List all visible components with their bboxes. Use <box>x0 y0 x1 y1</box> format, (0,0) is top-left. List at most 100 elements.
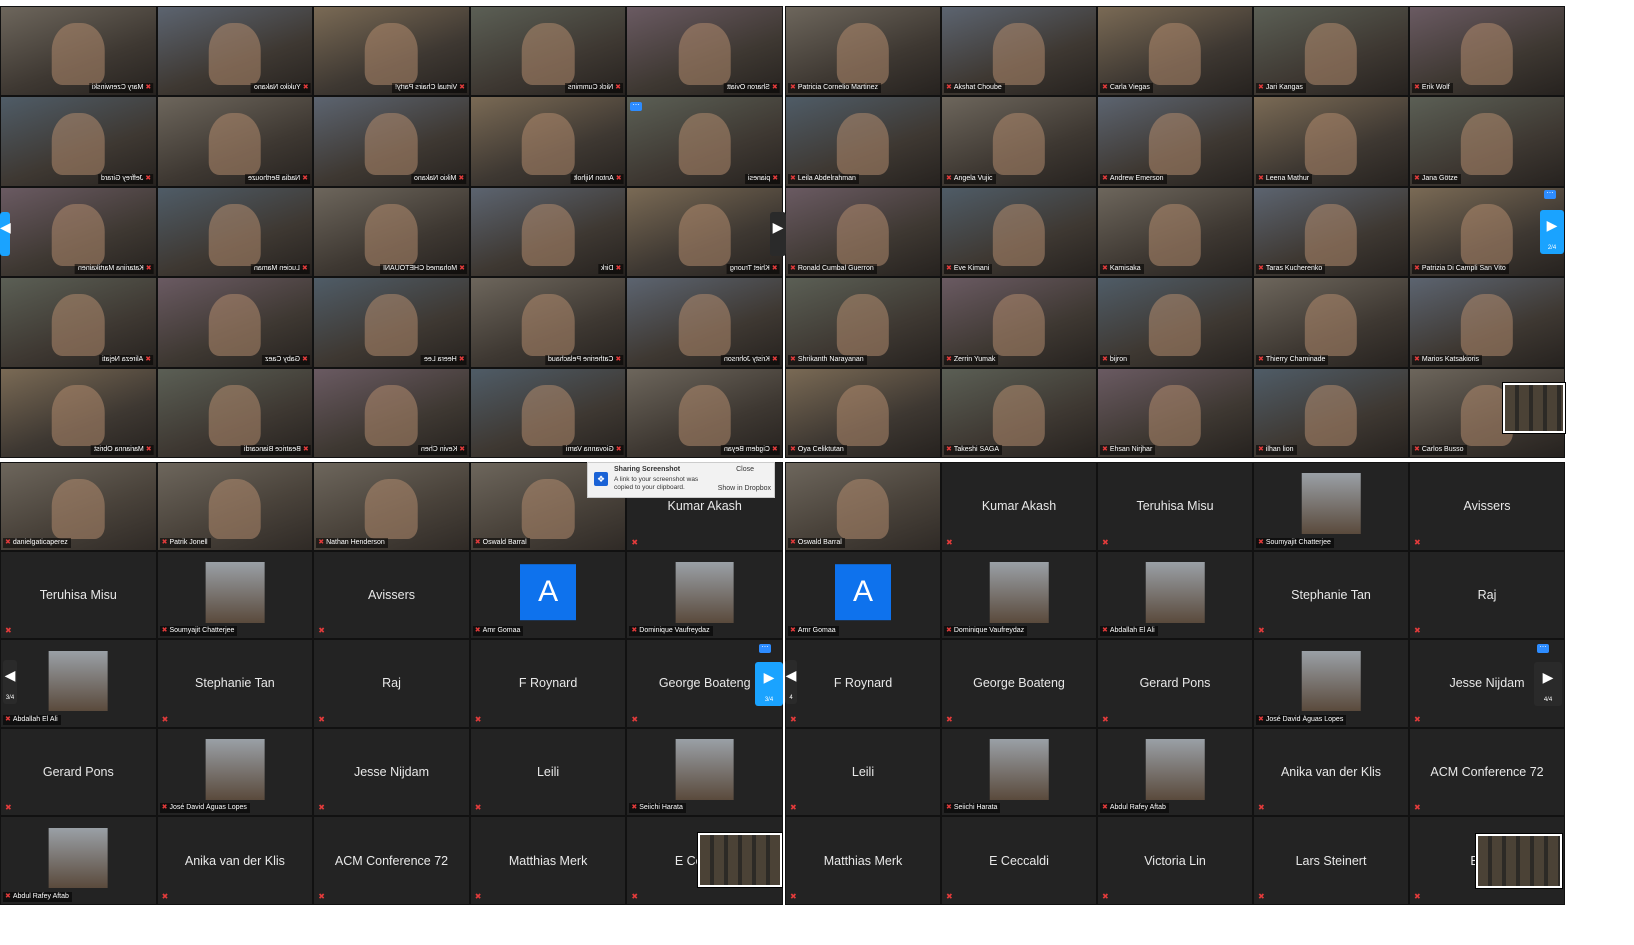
participant-tile[interactable]: ✖ Dominique Vaufreydaz <box>941 550 1097 640</box>
participant-tile[interactable]: ✖ Angela Vujic <box>941 96 1097 187</box>
participant-tile[interactable]: ✖ Dominique Vaufreydaz <box>626 550 783 640</box>
participant-tile[interactable]: ✖Mohamed CHETOUANI <box>313 186 470 278</box>
next-page-button[interactable]: ▶ 2/4 <box>1540 210 1564 254</box>
participant-tile[interactable]: Anika van der Klis ✖ <box>156 816 314 905</box>
participant-tile[interactable]: ✖Nadia Berthouze <box>156 96 314 187</box>
participant-tile[interactable]: ✖ Shrikanth Narayanan <box>785 277 941 368</box>
participant-tile[interactable]: Raj ✖ <box>1409 550 1565 640</box>
participant-tile[interactable]: ✖ ilhan lion <box>1253 367 1409 458</box>
participant-tile[interactable]: ACM Conference 72 ✖ <box>313 816 470 905</box>
participant-tile[interactable]: ✖Sharon Oviatt <box>626 6 783 97</box>
participant-tile[interactable]: A ✖ Amr Gomaa <box>785 550 941 640</box>
participant-tile[interactable]: Stephanie Tan ✖ <box>1253 550 1409 640</box>
participant-tile[interactable]: ✖Lucien Maman <box>156 186 314 278</box>
participant-tile[interactable]: ✖Giovanna Varni <box>469 367 627 458</box>
participant-tile[interactable]: ✖ Marios Katsakioris <box>1409 277 1565 368</box>
participant-tile[interactable]: Leili ✖ <box>469 727 627 817</box>
participant-tile[interactable]: ✖Kristy Johnson <box>626 277 783 368</box>
participant-tile[interactable]: ACM Conference 72 ✖ <box>1409 727 1565 817</box>
more-options-icon[interactable]: ⋯ <box>759 644 771 653</box>
participant-tile[interactable]: ✖ Leila Abdelrahman <box>785 96 941 187</box>
participant-tile[interactable]: George Boateng ✖ <box>941 639 1097 728</box>
participant-tile[interactable]: ✖ Abdallah El Ali <box>1097 550 1253 640</box>
participant-tile[interactable]: ✖Yukiko Nakano <box>156 6 314 97</box>
participant-tile[interactable]: ✖ Abdul Rafey Aftab <box>0 816 157 905</box>
self-view-thumbnail[interactable] <box>698 833 782 887</box>
participant-tile[interactable]: Matthias Merk ✖ <box>469 816 627 905</box>
participant-tile[interactable]: ✖ Erik Wolf <box>1409 6 1565 97</box>
participant-tile[interactable]: ✖ Seiichi Harata <box>941 727 1097 817</box>
participant-tile[interactable]: ✖ Ronald Cumbal Guerron <box>785 186 941 278</box>
participant-tile[interactable]: ✖ José David Águas Lopes <box>156 727 314 817</box>
participant-tile[interactable]: ✖ Jana Götze <box>1409 96 1565 187</box>
participant-tile[interactable]: ✖Beatrice Biancardi <box>156 367 314 458</box>
participant-tile[interactable]: ✖ Soumyajit Chatterjee <box>1253 462 1409 551</box>
participant-tile[interactable]: ✖Mary Czerwinski <box>0 6 157 97</box>
participant-tile[interactable]: ✖Gaby Caez <box>156 277 314 368</box>
participant-tile[interactable]: ✖Nick Cummins <box>469 6 627 97</box>
participant-tile[interactable]: ✖ Patrik Jonell <box>156 462 314 551</box>
participant-tile[interactable]: Leili ✖ <box>785 727 941 817</box>
participant-tile[interactable]: ✖Catherine Pelachaud <box>469 277 627 368</box>
next-page-button[interactable]: ▶ 3/4 <box>755 662 783 706</box>
self-view-thumbnail[interactable] <box>1503 383 1565 433</box>
participant-tile[interactable]: Teruhisa Misu ✖ <box>0 550 157 640</box>
participant-tile[interactable]: ✖ Kamisaka <box>1097 186 1253 278</box>
participant-tile[interactable]: Jesse Nijdam ✖ <box>313 727 470 817</box>
more-options-icon[interactable]: ⋯ <box>1537 644 1549 653</box>
participant-tile[interactable]: ✖Alireza Nejati <box>0 277 157 368</box>
participant-tile[interactable]: ✖ Ehsan Nirjhar <box>1097 367 1253 458</box>
participant-tile[interactable]: ✖ Abdul Rafey Aftab <box>1097 727 1253 817</box>
prev-page-button[interactable]: ◀ 3/4 <box>3 660 17 704</box>
participant-tile[interactable]: ✖ Akshat Choube <box>941 6 1097 97</box>
participant-tile[interactable]: Raj ✖ <box>313 639 470 728</box>
participant-tile[interactable]: ✖ Zerrin Yumak <box>941 277 1097 368</box>
participant-tile[interactable]: ✖Anton Nijholt <box>469 96 627 187</box>
participant-tile[interactable]: ✖Virtual Chairs Party! <box>313 6 470 97</box>
participant-tile[interactable]: ✖Jeffrey Girard <box>0 96 157 187</box>
participant-tile[interactable]: ✖ José David Águas Lopes <box>1253 639 1409 728</box>
participant-tile[interactable]: E Ceccaldi ✖ <box>941 816 1097 905</box>
participant-tile[interactable]: ✖ danielgaticaperez <box>0 462 157 551</box>
more-options-icon[interactable]: ⋯ <box>1544 190 1556 199</box>
participant-tile[interactable]: ✖ Takeshi SAGA <box>941 367 1097 458</box>
participant-tile[interactable]: ✖pianesi <box>626 96 783 187</box>
participant-tile[interactable]: Gerard Pons ✖ <box>0 727 157 817</box>
participant-tile[interactable]: ✖Marianna Obrist <box>0 367 157 458</box>
participant-tile[interactable]: Stephanie Tan ✖ <box>156 639 314 728</box>
participant-tile[interactable]: F Roynard ✖ <box>469 639 627 728</box>
participant-tile[interactable]: ✖ Eve Kimani <box>941 186 1097 278</box>
participant-tile[interactable]: ✖Kevin Chen <box>313 367 470 458</box>
participant-tile[interactable]: ✖ Oya Celiktutan <box>785 367 941 458</box>
participant-tile[interactable]: ✖ Oswald Barral <box>785 462 941 551</box>
participant-tile[interactable]: ✖Mikio Nakano <box>313 96 470 187</box>
participant-tile[interactable]: ✖ Leena Mathur <box>1253 96 1409 187</box>
participant-tile[interactable]: F Roynard ✖ <box>785 639 941 728</box>
next-page-button[interactable]: ▶ 4/4 <box>1534 662 1562 706</box>
participant-tile[interactable]: Matthias Merk ✖ <box>785 816 941 905</box>
participant-tile[interactable]: ✖ Andrew Emerson <box>1097 96 1253 187</box>
participant-tile[interactable]: ✖Cigdem Beyan <box>626 367 783 458</box>
prev-page-button[interactable]: ◀ <box>0 212 11 256</box>
participant-tile[interactable]: Avissers ✖ <box>313 550 470 640</box>
gallery-chevron-icon[interactable]: ▶ <box>770 212 786 256</box>
participant-tile[interactable]: ✖ Jari Kangas <box>1253 6 1409 97</box>
participant-tile[interactable]: Teruhisa Misu ✖ <box>1097 462 1253 551</box>
participant-tile[interactable]: Victoria Lin ✖ <box>1097 816 1253 905</box>
more-options-icon[interactable]: ⋯ <box>630 102 642 111</box>
close-button[interactable]: Close <box>736 466 754 473</box>
participant-tile[interactable]: ✖ Carla Viegas <box>1097 6 1253 97</box>
participant-tile[interactable]: ✖ Patricia Cornelio Martinez <box>785 6 941 97</box>
participant-tile[interactable]: A ✖ Amr Gomaa <box>469 550 627 640</box>
participant-tile[interactable]: Avissers ✖ <box>1409 462 1565 551</box>
self-view-thumbnail[interactable] <box>1476 834 1562 888</box>
participant-tile[interactable]: ✖Katariina Martikainen <box>0 186 157 278</box>
show-in-dropbox-button[interactable]: Show in Dropbox <box>718 485 771 492</box>
participant-tile[interactable]: ✖ bijron <box>1097 277 1253 368</box>
participant-tile[interactable]: ✖Khiet Truong <box>626 186 783 278</box>
participant-tile[interactable]: ✖Dirk <box>469 186 627 278</box>
participant-tile[interactable]: ✖ Abdallah El Ali <box>0 639 157 728</box>
participant-tile[interactable]: Kumar Akash ✖ <box>941 462 1097 551</box>
participant-tile[interactable]: ✖ Thierry Chaminade <box>1253 277 1409 368</box>
participant-tile[interactable]: ✖ Nathan Henderson <box>313 462 470 551</box>
